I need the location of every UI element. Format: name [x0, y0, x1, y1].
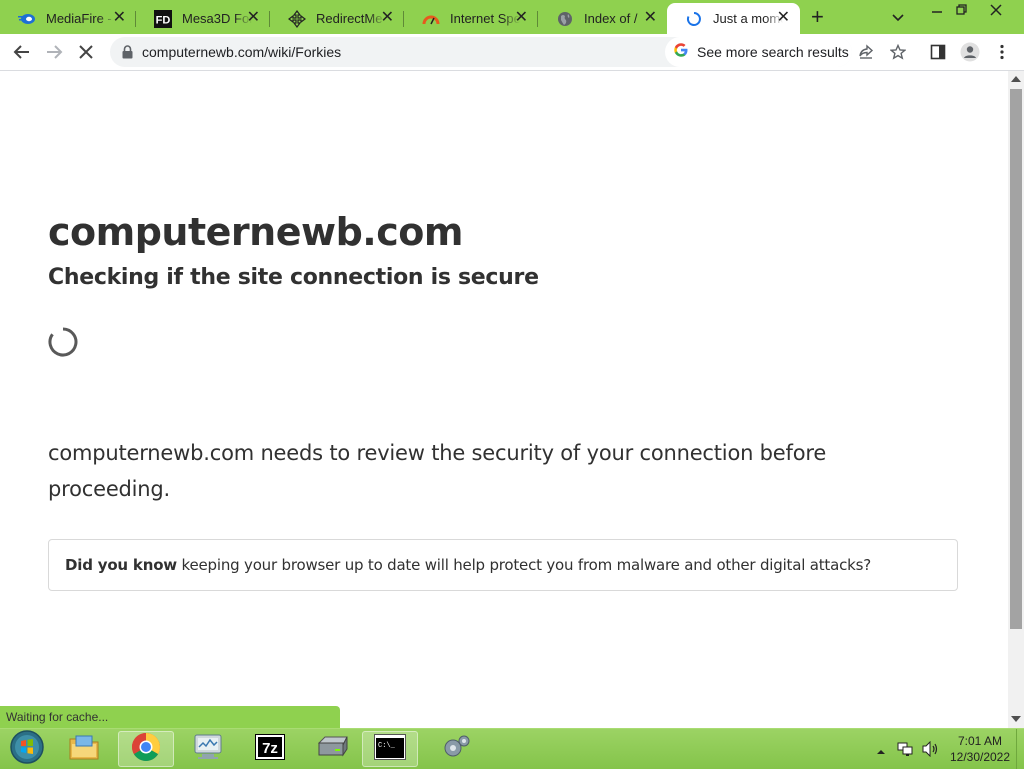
tab-label: Internet Spe — [450, 11, 520, 26]
tab-mediafire[interactable]: MediaFire - F ✕ — [0, 3, 136, 34]
page-subtitle: Checking if the site connection is secur… — [48, 265, 539, 290]
scroll-down-arrow-icon[interactable] — [1011, 716, 1021, 722]
chrome-icon — [131, 732, 161, 767]
lock-icon[interactable] — [122, 45, 133, 64]
tab-label: Just a mome — [713, 11, 783, 26]
system-clock[interactable]: 7:01 AM 12/30/2022 — [946, 733, 1014, 765]
taskbar-7zip[interactable]: 7z — [242, 731, 298, 767]
browser-toolbar: computernewb.com/wiki/Forkies See more s… — [0, 34, 1024, 71]
menu-kebab-icon[interactable] — [992, 42, 1012, 62]
clock-date: 12/30/2022 — [949, 750, 1011, 764]
scrollbar-thumb[interactable] — [1010, 89, 1022, 629]
page-title: computernewb.com — [48, 210, 463, 254]
command-prompt-icon: C:\_ — [374, 733, 406, 765]
globe-icon — [556, 10, 574, 28]
start-orb-icon — [9, 729, 45, 770]
did-you-know-body: keeping your browser up to date will hel… — [176, 556, 872, 574]
tab-close-icon[interactable]: ✕ — [381, 10, 394, 26]
clock-time: 7:01 AM — [957, 734, 1003, 748]
tab-index-of[interactable]: Index of / ✕ — [538, 3, 667, 34]
speedtest-icon — [422, 10, 440, 28]
status-bubble: Waiting for cache... — [0, 706, 340, 728]
loading-spinner-icon — [685, 10, 703, 28]
side-panel-icon[interactable] — [928, 42, 948, 62]
settings-gear-icon — [440, 731, 472, 768]
stop-loading-icon[interactable] — [76, 42, 96, 62]
did-you-know-label: Did you know — [65, 556, 177, 574]
tab-label: MediaFire - F — [46, 11, 116, 26]
taskbar-file-explorer[interactable] — [56, 731, 112, 767]
url-text[interactable]: computernewb.com/wiki/Forkies — [142, 44, 341, 60]
new-tab-icon[interactable]: + — [811, 6, 824, 28]
page-content: computernewb.com Checking if the site co… — [0, 71, 1008, 728]
tab-internet-speed[interactable]: Internet Spe ✕ — [404, 3, 538, 34]
page-scrollbar[interactable] — [1008, 71, 1024, 728]
task-manager-icon — [192, 733, 224, 766]
volume-icon[interactable] — [921, 740, 939, 762]
minimize-icon[interactable] — [931, 3, 943, 19]
tab-close-icon[interactable]: ✕ — [644, 10, 657, 26]
tab-label: Mesa3D For — [182, 11, 252, 26]
tab-label: RedirectMe — [316, 11, 383, 26]
share-icon[interactable] — [856, 42, 876, 62]
see-more-search-results-chip[interactable]: See more search results — [665, 37, 852, 67]
tab-mesa3d[interactable]: FD Mesa3D For ✕ — [136, 3, 270, 34]
tab-close-icon[interactable]: ✕ — [113, 10, 126, 26]
address-bar[interactable]: computernewb.com/wiki/Forkies See more s… — [110, 37, 852, 67]
did-you-know-text: Did you know keeping your browser up to … — [65, 556, 871, 574]
restore-icon[interactable] — [956, 3, 968, 19]
tab-close-icon[interactable]: ✕ — [515, 10, 528, 26]
forward-arrow-icon[interactable] — [44, 42, 64, 62]
mediafire-icon — [18, 10, 36, 28]
taskbar-drive[interactable] — [304, 731, 360, 767]
status-text: Waiting for cache... — [6, 710, 109, 724]
7zip-label: 7z — [262, 740, 278, 757]
loading-spinner-icon — [48, 327, 78, 357]
profile-avatar-icon[interactable] — [960, 42, 980, 62]
taskbar-task-manager[interactable] — [180, 731, 236, 767]
tab-just-a-moment[interactable]: Just a mome ✕ — [667, 3, 800, 34]
close-window-icon[interactable] — [990, 3, 1002, 19]
drive-icon — [315, 735, 349, 764]
fd-logo-icon: FD — [154, 9, 172, 28]
network-icon[interactable] — [897, 741, 915, 762]
search-chip-label: See more search results — [697, 44, 849, 60]
tab-redirectme[interactable]: RedirectMe ✕ — [270, 3, 404, 34]
7zip-icon: 7z — [255, 733, 285, 765]
tab-strip: MediaFire - F ✕ FD Mesa3D For ✕ Redirect… — [0, 0, 1024, 34]
scroll-up-arrow-icon[interactable] — [1011, 76, 1021, 82]
did-you-know-box: Did you know keeping your browser up to … — [48, 539, 958, 591]
file-explorer-icon — [68, 733, 100, 766]
back-arrow-icon[interactable] — [12, 42, 32, 62]
taskbar: 7z C:\_ 7:01 AM 12/30/2022 — [0, 728, 1024, 769]
fd-badge-text: FD — [156, 14, 171, 26]
start-button[interactable] — [2, 729, 52, 770]
show-desktop-button[interactable] — [1016, 729, 1024, 769]
bookmark-star-icon[interactable] — [888, 42, 908, 62]
tab-close-icon[interactable]: ✕ — [247, 10, 260, 26]
google-g-icon — [673, 42, 689, 63]
tab-search-chevron-icon[interactable] — [892, 9, 904, 25]
taskbar-chrome[interactable] — [118, 731, 174, 767]
cmd-label: C:\_ — [378, 742, 396, 750]
taskbar-settings[interactable] — [428, 731, 484, 767]
taskbar-command-prompt[interactable]: C:\_ — [362, 731, 418, 767]
redirect-icon — [288, 9, 306, 28]
tab-close-icon[interactable]: ✕ — [777, 10, 790, 26]
security-review-text: computernewb.com needs to review the sec… — [48, 441, 827, 501]
show-hidden-icons-icon[interactable] — [876, 743, 886, 761]
